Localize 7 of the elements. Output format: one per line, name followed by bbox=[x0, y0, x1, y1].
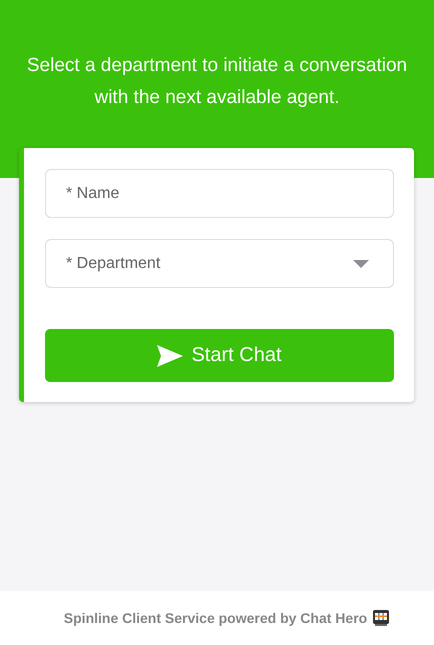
send-icon bbox=[157, 344, 184, 366]
slot-machine-icon bbox=[372, 609, 390, 627]
caret-icon bbox=[353, 260, 369, 268]
department-dropdown[interactable]: * Department bbox=[45, 239, 394, 288]
name-field[interactable]: * Name bbox=[45, 169, 394, 218]
header-message: Select a department to initiate a conversation with the next available agent. bbox=[26, 54, 408, 110]
footer-text: Spinline Client Service powered by Chat Hero bbox=[64, 610, 368, 626]
